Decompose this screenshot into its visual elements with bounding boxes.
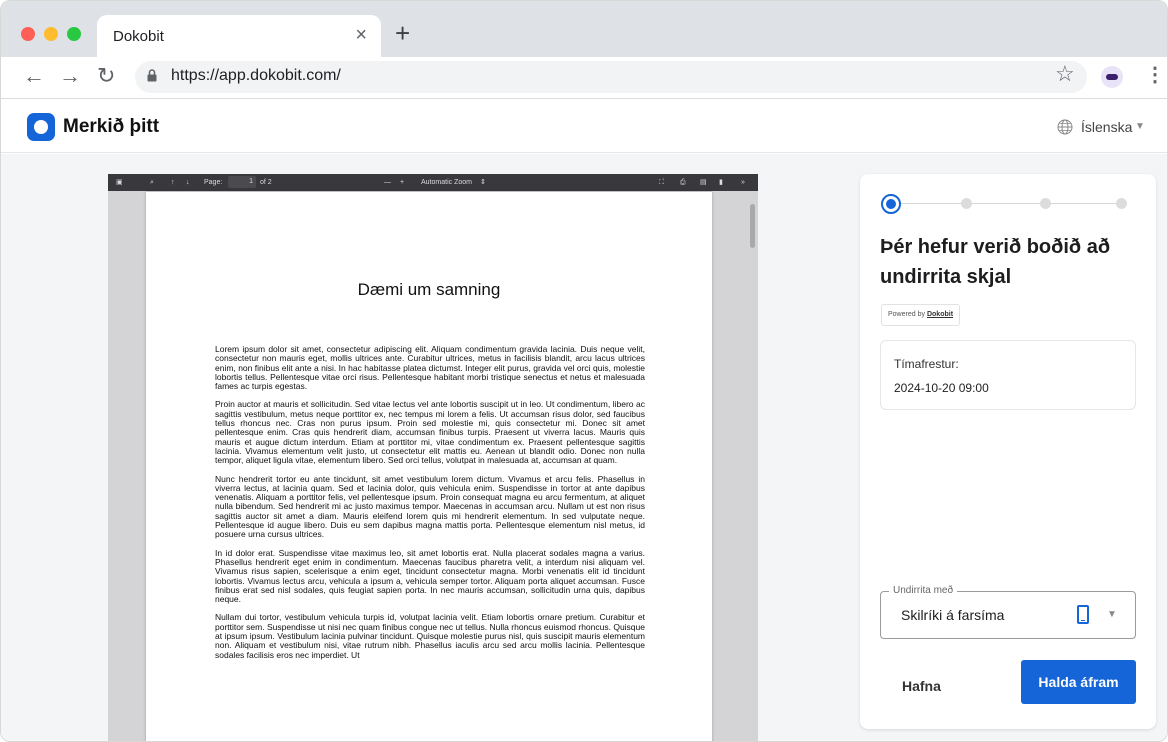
document-paragraph: Nullam dui tortor, vestibulum vehicula t… [215, 612, 645, 660]
globe-icon[interactable] [1057, 119, 1073, 135]
document-paragraph: In id dolor erat. Suspendisse vitae maxi… [215, 547, 645, 605]
browser-tab[interactable]: Dokobit × [97, 15, 381, 57]
step-indicator [961, 198, 972, 209]
page-label: Page: [204, 179, 223, 186]
app-header: Merkið þitt Íslenska ▼ [1, 99, 1167, 153]
zoom-in-button[interactable]: + [400, 178, 404, 187]
sidebar-toggle-icon[interactable]: ▣ [116, 178, 123, 187]
extension-icon[interactable] [1101, 66, 1123, 88]
signing-panel: Þér hefur verið boðið að undirrita skjal… [860, 174, 1156, 729]
document-title: Dæmi um samning [357, 280, 501, 299]
chevron-down-icon[interactable]: ▼ [1107, 609, 1117, 620]
deadline-value: 2024-10-20 09:00 [894, 381, 989, 395]
tab-title: Dokobit [113, 28, 164, 45]
print-icon[interactable]: ⎙ [680, 178, 686, 187]
back-arrow-icon[interactable]: ← [23, 65, 45, 87]
close-window-button[interactable] [21, 27, 35, 41]
pdf-toolbar: ▣ ⌕ ↑ ↓ Page: 1 of 2 — + Automatic Zoom … [108, 174, 758, 191]
pdf-scrollbar[interactable] [750, 204, 755, 248]
language-selector[interactable]: Íslenska [1081, 119, 1132, 135]
bookmark-icon[interactable]: ▮ [719, 178, 723, 187]
address-bar[interactable]: https://app.dokobit.com/ [135, 61, 1087, 93]
document-paragraph: Proin auctor at mauris et sollicitudin. … [215, 399, 645, 466]
signing-method-legend: Undirrita með [889, 585, 958, 596]
logo-icon [27, 113, 55, 141]
step-indicator [1116, 198, 1127, 209]
menu-icon[interactable]: ⋮ [1145, 65, 1165, 85]
minimize-window-button[interactable] [44, 27, 58, 41]
fullscreen-icon[interactable]: ⛶ [659, 178, 664, 187]
pdf-viewer: ▣ ⌕ ↑ ↓ Page: 1 of 2 — + Automatic Zoom … [108, 174, 758, 741]
zoom-select[interactable]: Automatic Zoom [421, 178, 472, 187]
zoom-out-button[interactable]: — [384, 178, 391, 187]
powered-by-brand: Dokobit [926, 311, 954, 318]
bookmark-star-icon[interactable]: ☆ [1055, 63, 1075, 85]
document-body: Lorem ipsum dolor sit amet, consectetur … [215, 344, 645, 669]
tools-icon[interactable]: » [741, 178, 745, 187]
powered-by-label: Powered by [888, 311, 925, 318]
step-indicator [1040, 198, 1051, 209]
continue-button[interactable]: Halda áfram [1021, 660, 1136, 704]
reload-icon[interactable]: ↻ [97, 65, 115, 87]
maximize-window-button[interactable] [67, 27, 81, 41]
tab-strip: Dokobit × + [1, 1, 1167, 57]
plus-icon[interactable]: + [395, 20, 410, 46]
deadline-box: Tímafrestur: 2024-10-20 09:00 [880, 340, 1136, 410]
panel-title: Þér hefur verið boðið að undirrita skjal [880, 236, 1111, 288]
previous-page-icon[interactable]: ↑ [171, 178, 175, 187]
pdf-page: Dæmi um samning Lorem ipsum dolor sit am… [146, 192, 712, 741]
url-text: https://app.dokobit.com/ [171, 67, 341, 84]
step-indicator-active [881, 194, 901, 214]
powered-by-badge: Powered by Dokobit [881, 304, 961, 326]
mobile-phone-icon [1077, 605, 1089, 624]
logo-text: Merkið þitt [63, 116, 160, 137]
progress-line [890, 203, 1126, 204]
signing-method-text: Skilríki á farsíma [901, 607, 1005, 623]
signing-method-select[interactable]: Undirrita með Skilríki á farsíma ▼ [880, 585, 1136, 639]
close-icon[interactable]: × [355, 25, 367, 45]
deadline-label: Tímafrestur: [894, 357, 959, 371]
forward-arrow-icon[interactable]: → [59, 65, 81, 87]
browser-toolbar: ← → ↻ https://app.dokobit.com/ ☆ ⋮ [1, 57, 1167, 99]
chevron-down-icon[interactable]: ▼ [1135, 121, 1145, 132]
document-paragraph: Lorem ipsum dolor sit amet, consectetur … [215, 344, 645, 392]
page-number-input[interactable]: 1 [228, 176, 256, 188]
document-paragraph: Nunc hendrerit tortor eu ante tincidunt,… [215, 473, 645, 540]
page-total: of 2 [260, 179, 272, 186]
lock-icon [147, 69, 157, 82]
decline-button[interactable]: Hafna [882, 669, 962, 703]
search-icon[interactable]: ⌕ [150, 178, 154, 187]
chevron-icon: ⇕ [480, 179, 486, 186]
main-content: ▣ ⌕ ↑ ↓ Page: 1 of 2 — + Automatic Zoom … [1, 154, 1167, 741]
browser-window: Dokobit × + ← → ↻ https://app.dokobit.co… [0, 0, 1168, 742]
next-page-icon[interactable]: ↓ [186, 178, 190, 187]
download-icon[interactable]: ▤ [700, 178, 707, 187]
